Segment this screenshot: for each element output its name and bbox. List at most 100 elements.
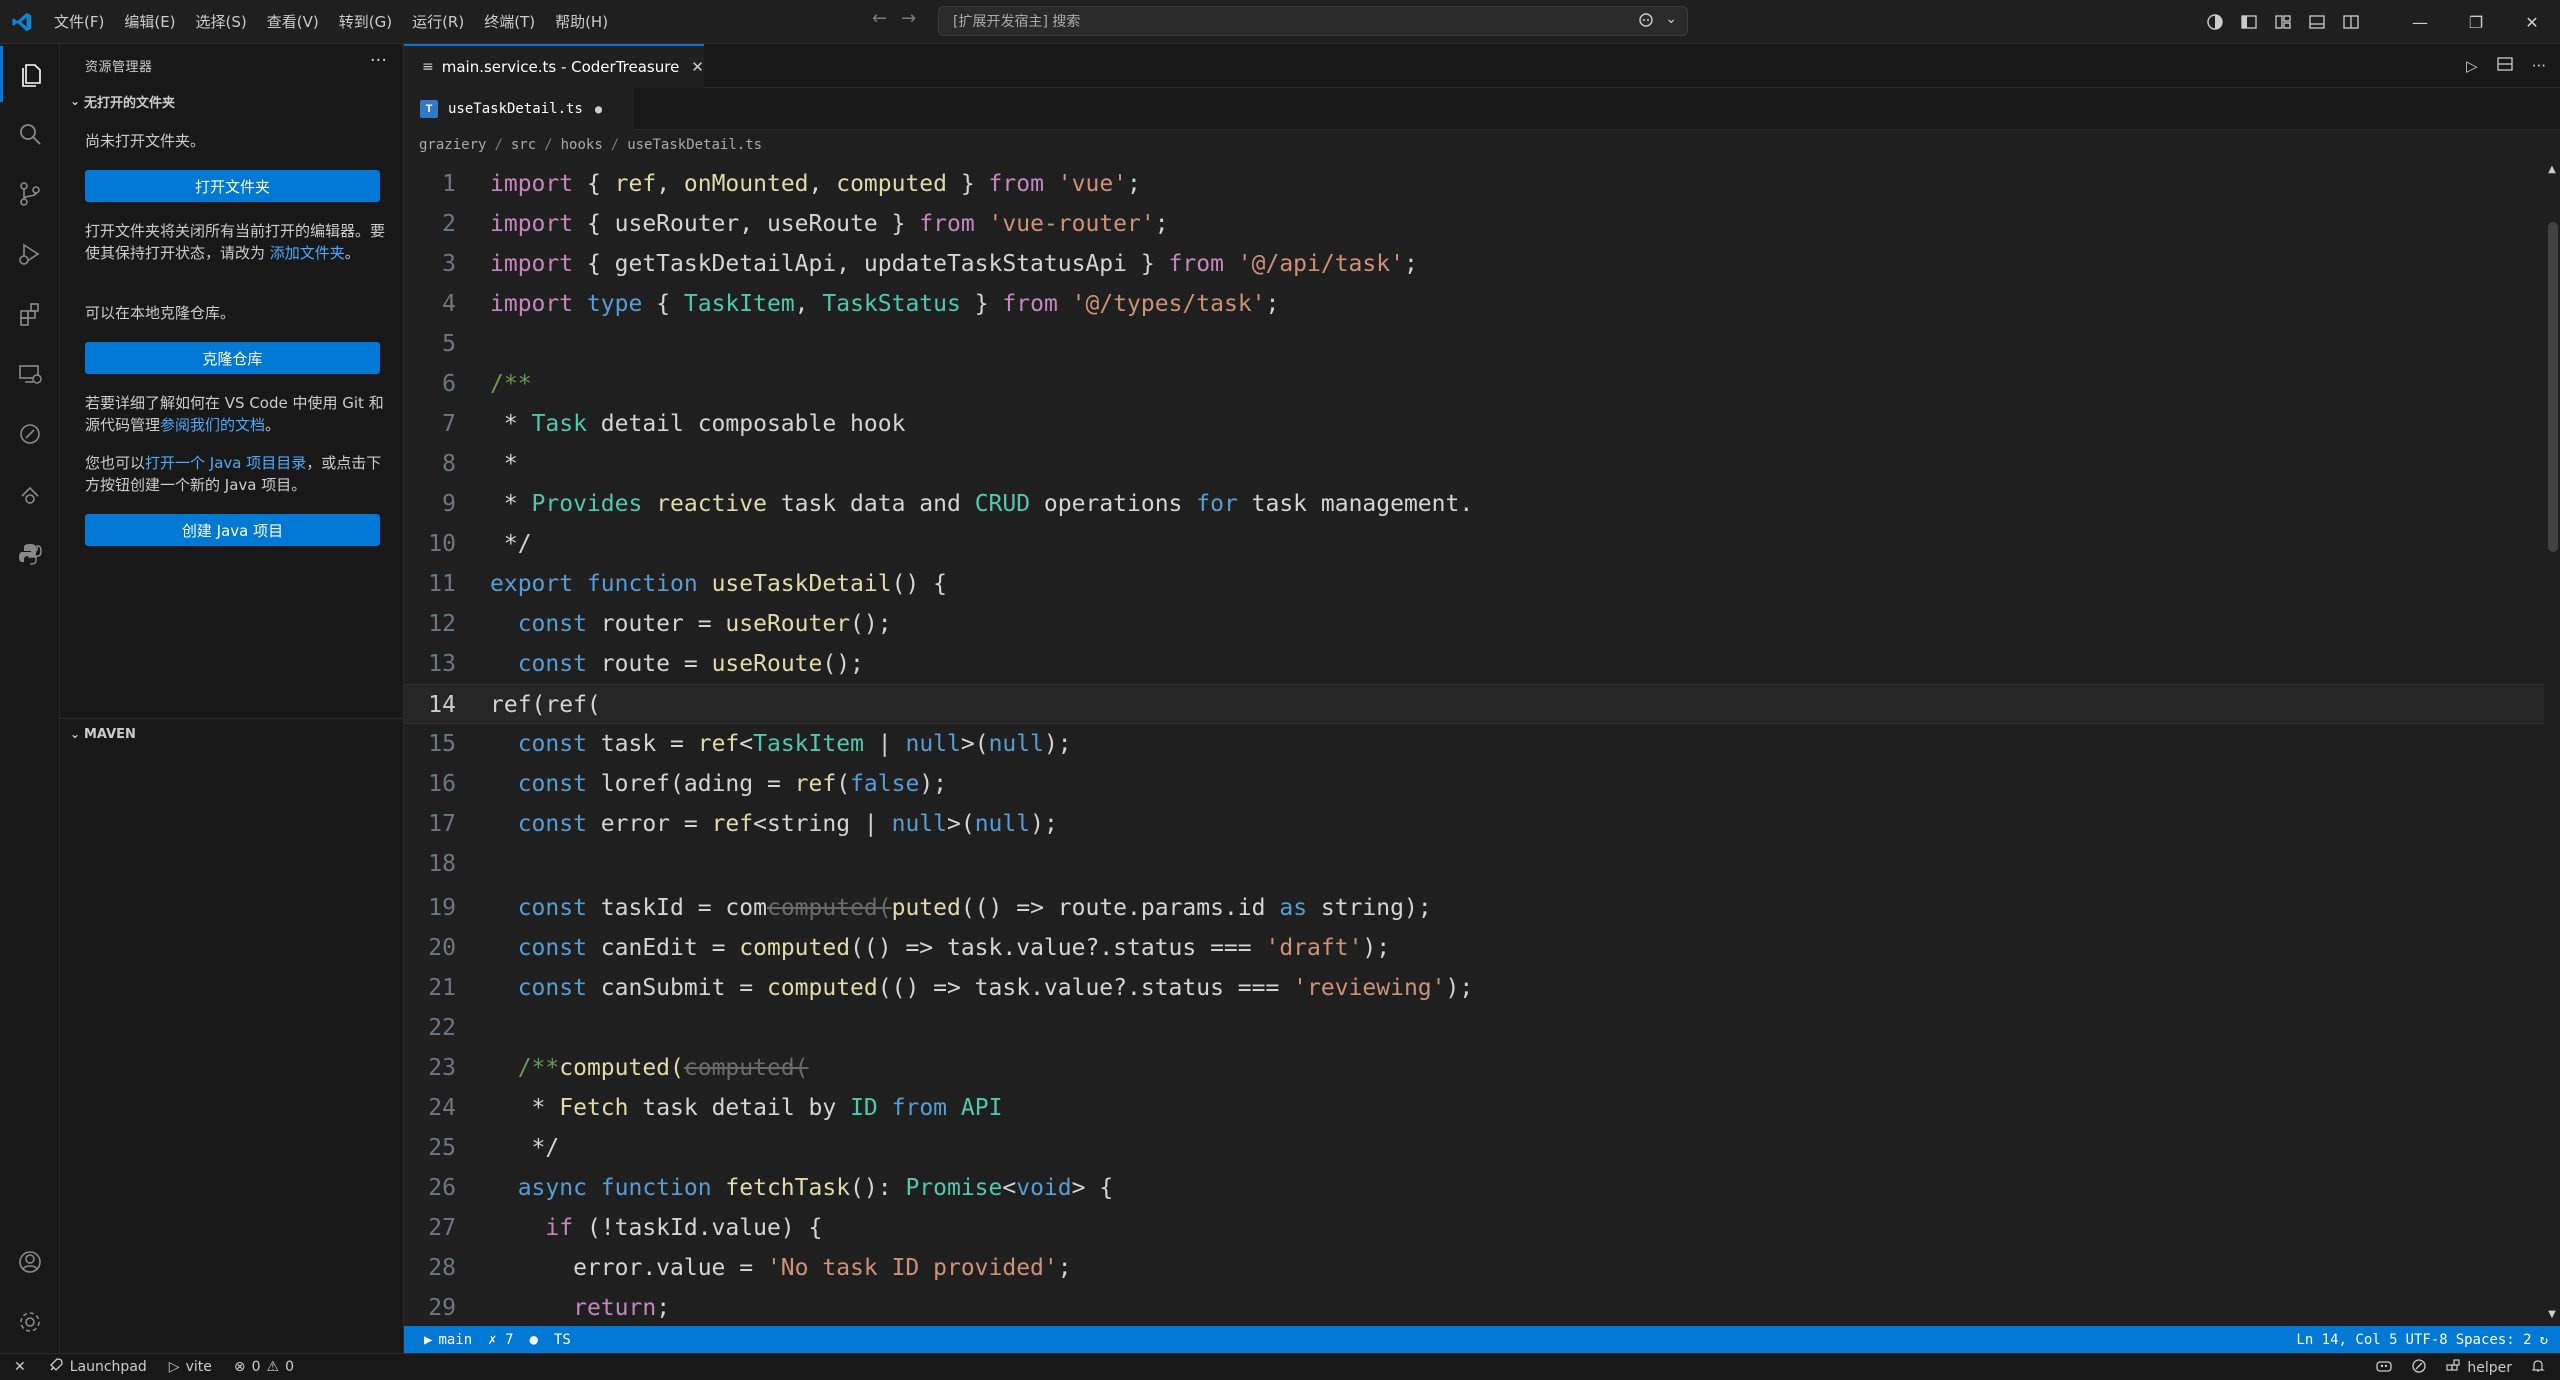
code-editor[interactable]: 1 import { ref, onMounted, computed } fro…: [404, 164, 2544, 1326]
code-line[interactable]: 11 export function useTaskDetail() {: [404, 564, 2544, 604]
breadcrumb-item[interactable]: graziery: [419, 137, 486, 153]
breadcrumb-item[interactable]: useTaskDetail.ts: [627, 137, 762, 153]
code-line[interactable]: 22: [404, 1008, 2544, 1048]
indentation[interactable]: Spaces: 2: [2456, 1332, 2532, 1348]
errors-item[interactable]: ✗ 7: [488, 1332, 513, 1348]
code-line[interactable]: 21 const canSubmit = computed(() => task…: [404, 968, 2544, 1008]
toggle-primary-sidebar-icon[interactable]: [2232, 0, 2266, 44]
code-line[interactable]: 20 const canEdit = computed(() => task.v…: [404, 928, 2544, 968]
code-line[interactable]: 6 /**: [404, 364, 2544, 404]
create-java-project-button[interactable]: 创建 Java 项目: [85, 514, 380, 546]
launchpad-item[interactable]: Launchpad: [48, 1357, 147, 1377]
source-control-icon[interactable]: [0, 166, 60, 222]
minimize-icon[interactable]: —: [2392, 0, 2448, 44]
run-icon[interactable]: ▷: [2466, 57, 2478, 75]
accounts-globe-icon[interactable]: [2198, 0, 2232, 44]
code-line[interactable]: 3 import { getTaskDetailApi, updateTaskSt…: [404, 244, 2544, 284]
code-line[interactable]: 1 import { ref, onMounted, computed } fro…: [404, 164, 2544, 204]
sync-dot-icon[interactable]: ●: [529, 1332, 537, 1348]
forward-arrow-icon[interactable]: →: [901, 8, 916, 29]
search-icon[interactable]: [0, 106, 60, 162]
gitlens-icon[interactable]: [0, 466, 60, 522]
extensions-icon[interactable]: [0, 286, 60, 342]
explorer-icon[interactable]: [0, 46, 60, 102]
code-line[interactable]: 18: [404, 844, 2544, 884]
vite-item[interactable]: ▷ vite: [169, 1359, 212, 1375]
menu-item[interactable]: 编辑(E): [114, 0, 185, 44]
code-line[interactable]: 7 * Task detail composable hook: [404, 404, 2544, 444]
add-folder-link[interactable]: 添加文件夹: [270, 244, 345, 262]
settings-gear-icon[interactable]: [0, 1294, 60, 1350]
docs-link[interactable]: 参阅我们的文档: [160, 416, 265, 434]
code-line[interactable]: 19 const taskId = comcomputed(puted(() =…: [404, 888, 2544, 928]
python-icon[interactable]: [0, 526, 60, 582]
code-line[interactable]: 4 import type { TaskItem, TaskStatus } fr…: [404, 284, 2544, 324]
run-debug-icon[interactable]: [0, 226, 60, 282]
command-center-search[interactable]: [扩展开发宿主] 搜索 ⌄: [938, 6, 1688, 36]
toggle-panel-icon[interactable]: [2300, 0, 2334, 44]
helper-item[interactable]: helper: [2445, 1358, 2512, 1378]
close-tab-icon[interactable]: ✕: [691, 58, 704, 76]
breadcrumb-item[interactable]: src: [511, 137, 536, 153]
cursor-position[interactable]: Ln 14, Col 5: [2296, 1332, 2397, 1348]
code-line[interactable]: 10 */: [404, 524, 2544, 564]
problems-item[interactable]: ⊗ 0 ⚠ 0: [234, 1359, 294, 1375]
more-actions-icon[interactable]: ···: [370, 50, 387, 71]
code-line[interactable]: 2 import { useRouter, useRoute } from 'vu…: [404, 204, 2544, 244]
code-line[interactable]: 15 const task = ref<TaskItem | null>(nul…: [404, 724, 2544, 764]
code-line[interactable]: 17 const error = ref<string | null>(null…: [404, 804, 2544, 844]
code-line[interactable]: 14 ref(ref(: [404, 684, 2544, 724]
scroll-down-icon[interactable]: ▼: [2546, 1309, 2558, 1321]
section-maven-header[interactable]: ⌄ MAVEN: [60, 719, 404, 749]
back-arrow-icon[interactable]: ←: [872, 8, 887, 29]
accessibility-icon[interactable]: [2411, 1358, 2427, 1378]
code-line[interactable]: 29 return;: [404, 1288, 2544, 1326]
more-icon[interactable]: ···: [2532, 57, 2546, 75]
unsaved-dot-icon[interactable]: ●: [595, 102, 602, 116]
scrollbar-thumb[interactable]: [2548, 222, 2558, 552]
clone-repository-button[interactable]: 克隆仓库: [85, 342, 380, 374]
remote-icon[interactable]: ✕: [14, 1359, 26, 1375]
accounts-icon[interactable]: [0, 1234, 60, 1290]
copilot-chat-icon[interactable]: [1637, 11, 1655, 33]
open-folder-button[interactable]: 打开文件夹: [85, 170, 380, 202]
chevron-down-icon[interactable]: ⌄: [1665, 11, 1677, 33]
menu-item[interactable]: 帮助(H): [545, 0, 618, 44]
menu-item[interactable]: 终端(T): [474, 0, 545, 44]
branch-item[interactable]: ▶ main: [424, 1332, 472, 1348]
menu-item[interactable]: 选择(S): [186, 0, 257, 44]
code-line[interactable]: 16 const loref(ading = ref(false);: [404, 764, 2544, 804]
code-line[interactable]: 23 /**computed(computed(: [404, 1048, 2544, 1088]
menu-item[interactable]: 转到(G): [329, 0, 402, 44]
toggle-secondary-sidebar-icon[interactable]: [2334, 0, 2368, 44]
encoding[interactable]: UTF-8: [2406, 1332, 2448, 1348]
code-line[interactable]: 27 if (!taskId.value) {: [404, 1208, 2544, 1248]
menu-item[interactable]: 查看(V): [257, 0, 329, 44]
code-line[interactable]: 5: [404, 324, 2544, 364]
copilot-status-icon[interactable]: [2375, 1358, 2393, 1378]
open-java-dir-link[interactable]: 打开一个 Java 项目目录: [145, 454, 306, 472]
language-item[interactable]: TS: [554, 1332, 571, 1348]
close-window-icon[interactable]: ✕: [2504, 0, 2560, 44]
code-line[interactable]: 13 const route = useRoute();: [404, 644, 2544, 684]
copilot-icon[interactable]: [0, 406, 60, 462]
code-line[interactable]: 24 * Fetch task detail by ID from API: [404, 1088, 2544, 1128]
customize-layout-icon[interactable]: [2266, 0, 2300, 44]
tab-use-task-detail[interactable]: T useTaskDetail.ts ●: [404, 88, 634, 130]
refresh-icon[interactable]: ↻: [2540, 1332, 2548, 1348]
menu-item[interactable]: 运行(R): [402, 0, 474, 44]
code-line[interactable]: 28 error.value = 'No task ID provided';: [404, 1248, 2544, 1288]
code-line[interactable]: 12 const router = useRouter();: [404, 604, 2544, 644]
scroll-up-icon[interactable]: ▲: [2546, 164, 2558, 176]
breadcrumb-item[interactable]: hooks: [561, 137, 603, 153]
remote-explorer-icon[interactable]: [0, 346, 60, 402]
code-line[interactable]: 26 async function fetchTask(): Promise<v…: [404, 1168, 2544, 1208]
section-no-folder-header[interactable]: ⌄ 无打开的文件夹: [60, 86, 404, 116]
split-editor-icon[interactable]: [2496, 55, 2514, 77]
code-line[interactable]: 25 */: [404, 1128, 2544, 1168]
code-line[interactable]: 8 *: [404, 444, 2544, 484]
notifications-bell-icon[interactable]: [2530, 1358, 2546, 1378]
menu-item[interactable]: 文件(F): [44, 0, 114, 44]
code-line[interactable]: 9 * Provides reactive task data and CRUD…: [404, 484, 2544, 524]
restore-icon[interactable]: ❐: [2448, 0, 2504, 44]
